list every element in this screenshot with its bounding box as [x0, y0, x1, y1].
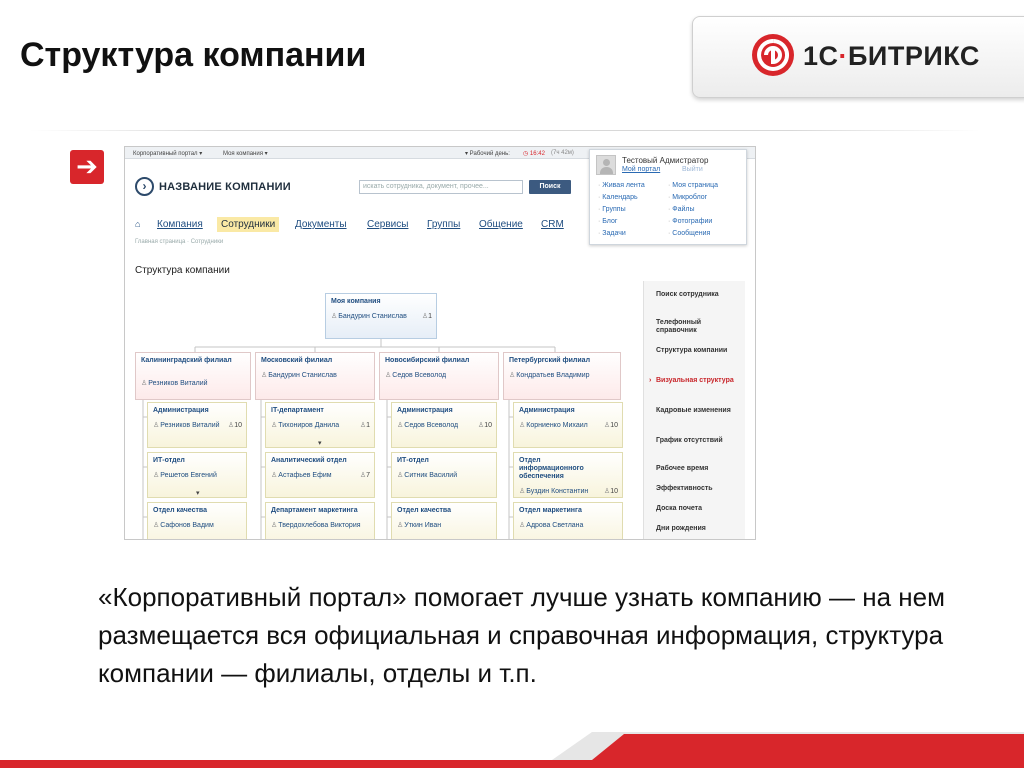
bottom-decoration	[552, 732, 1024, 760]
dept-card[interactable]: ИТ-отдел Ситник Василий	[391, 452, 497, 498]
bottom-bar	[0, 760, 1024, 768]
dept-count: 10	[604, 421, 618, 429]
org-root-head[interactable]: Бандурин Станислав	[331, 312, 407, 320]
logo-name: БИТРИКС	[848, 41, 980, 71]
slide-caption: «Корпоративный портал» помогает лучше уз…	[98, 582, 945, 688]
dept-name: Администрация	[153, 407, 209, 414]
branch-card-novosibirsk[interactable]: Новосибирский филиал Седов Всеволод	[379, 352, 499, 400]
branch-name: Московский филиал	[261, 357, 333, 364]
dept-card[interactable]: Аналитический отдел Астафьев Ефим 7	[265, 452, 375, 498]
branch-head[interactable]: Седов Всеволод	[385, 371, 446, 379]
branch-name: Новосибирский филиал	[385, 357, 470, 364]
dept-head[interactable]: Сафонов Вадим	[153, 521, 213, 529]
dept-card[interactable]: Отдел качества Сафонов Вадим	[147, 502, 247, 539]
expand-toggle-icon[interactable]: ▾	[318, 439, 322, 447]
dept-head[interactable]: Ситник Василий	[397, 471, 457, 479]
dept-head[interactable]: Резников Виталий	[153, 421, 219, 429]
dept-card[interactable]: ИТ-отдел Решетов Евгений ▾	[147, 452, 247, 498]
dept-name: IT-департамент	[271, 407, 324, 414]
dept-name: Департамент маркетинга	[271, 507, 358, 514]
arrow-right-icon: ➔	[70, 150, 104, 184]
dept-head[interactable]: Астафьев Ефим	[271, 471, 331, 479]
bitrix-logo-icon	[752, 34, 794, 76]
org-root-count: 1	[422, 312, 432, 320]
dept-head[interactable]: Адрова Светлана	[519, 521, 583, 529]
expand-toggle-icon[interactable]: ▾	[196, 489, 200, 497]
dept-name: Администрация	[519, 407, 575, 414]
dept-card[interactable]: Отдел качества Уткин Иван	[391, 502, 497, 539]
dept-head[interactable]: Седов Всеволод	[397, 421, 458, 429]
dept-name: ИТ-отдел	[397, 457, 429, 464]
branch-head[interactable]: Резников Виталий	[141, 379, 207, 387]
dept-card[interactable]: Департамент маркетинга Твердохлебова Вик…	[265, 502, 375, 539]
dept-name: Отдел информационного обеспечения	[519, 457, 584, 480]
portal-screenshot: Корпоративный портал ▾ Моя компания ▾ ▾ …	[124, 146, 756, 540]
branch-name: Калининградский филиал	[141, 357, 232, 364]
dept-count: 7	[360, 471, 370, 479]
dept-card[interactable]: Администрация Седов Всеволод 10	[391, 402, 497, 448]
dept-name: Аналитический отдел	[271, 457, 347, 464]
dept-card[interactable]: Администрация Корниенко Михаил 10	[513, 402, 623, 448]
logo-dot: ·	[838, 41, 849, 71]
org-root-name: Моя компания	[331, 298, 381, 305]
dept-head[interactable]: Решетов Евгений	[153, 471, 217, 479]
dept-count: 10	[604, 487, 618, 495]
dept-head[interactable]: Тихониров Данила	[271, 421, 339, 429]
dept-head[interactable]: Корниенко Михаил	[519, 421, 587, 429]
divider	[30, 130, 980, 131]
dept-name: Отдел маркетинга	[519, 507, 582, 514]
dept-card[interactable]: Отдел маркетинга Адрова Светлана	[513, 502, 623, 539]
branch-head[interactable]: Бандурин Станислав	[261, 371, 337, 379]
org-root-card[interactable]: Моя компания Бандурин Станислав 1	[325, 293, 437, 339]
logo-prefix: 1С	[803, 41, 839, 71]
bitrix-logo: 1С·БИТРИКС	[692, 16, 1024, 98]
dept-name: Отдел качества	[153, 507, 208, 514]
dept-head[interactable]: Буздин Константин	[519, 487, 588, 495]
bitrix-logo-text: 1С·БИТРИКС	[803, 41, 980, 72]
dept-count: 10	[478, 421, 492, 429]
dept-head[interactable]: Твердохлебова Виктория	[271, 521, 360, 529]
branch-name: Петербургский филиал	[509, 357, 591, 364]
dept-card[interactable]: Администрация Резников Виталий 10	[147, 402, 247, 448]
dept-head[interactable]: Уткин Иван	[397, 521, 441, 529]
dept-count: 10	[228, 421, 242, 429]
dept-card[interactable]: IT-департамент Тихониров Данила 1 ▾	[265, 402, 375, 448]
dept-card[interactable]: Отдел информационного обеспечения Буздин…	[513, 452, 623, 498]
dept-count: 1	[360, 421, 370, 429]
branch-card-petersburg[interactable]: Петербургский филиал Кондратьев Владимир	[503, 352, 621, 400]
branch-card-moscow[interactable]: Московский филиал Бандурин Станислав	[255, 352, 375, 400]
slide-title: Структура компании	[20, 36, 367, 74]
branch-head[interactable]: Кондратьев Владимир	[509, 371, 589, 379]
dept-name: Администрация	[397, 407, 453, 414]
dept-name: ИТ-отдел	[153, 457, 185, 464]
dept-name: Отдел качества	[397, 507, 452, 514]
branch-card-kaliningrad[interactable]: Калининградский филиал Резников Виталий	[135, 352, 251, 400]
